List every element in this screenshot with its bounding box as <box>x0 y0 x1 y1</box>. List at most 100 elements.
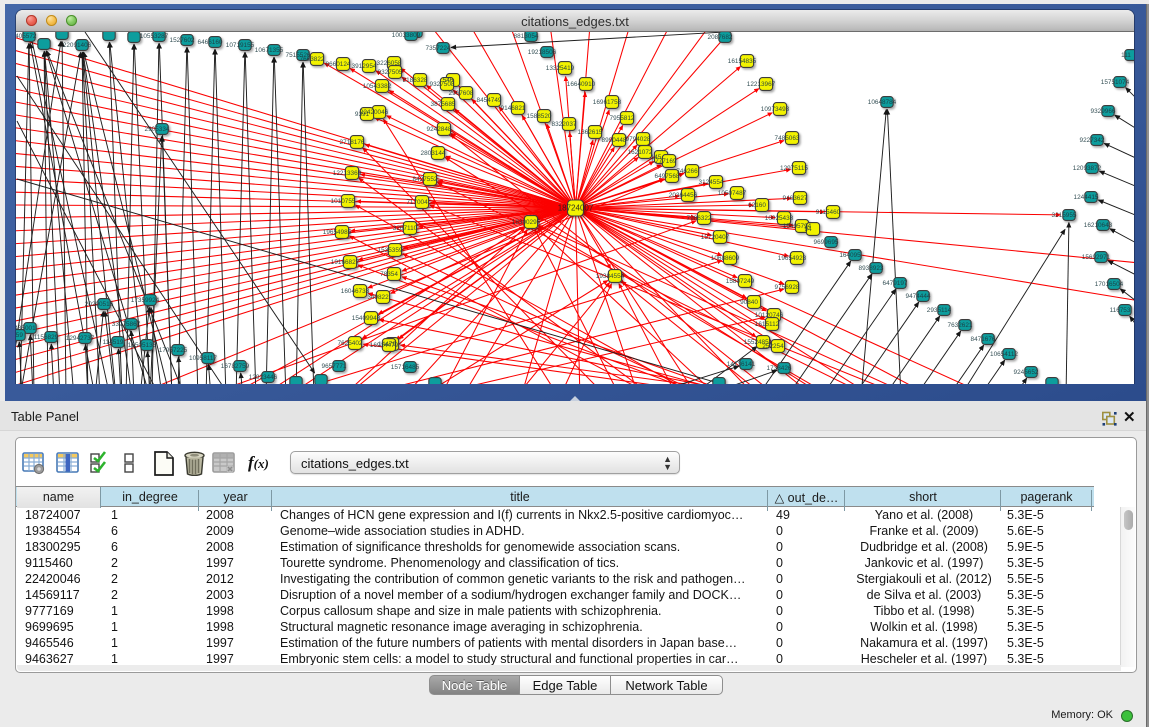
svg-text:1405572: 1405572 <box>16 33 37 40</box>
svg-text:116753: 116753 <box>1110 307 1131 314</box>
svg-text:2935114: 2935114 <box>927 307 952 314</box>
svg-text:7955812: 7955812 <box>610 115 635 122</box>
svg-text:39159: 39159 <box>16 332 23 339</box>
svg-text:19218506: 19218506 <box>528 49 557 56</box>
svg-text:3215955: 3215955 <box>1052 212 1077 219</box>
svg-text:114519: 114519 <box>103 339 124 346</box>
svg-text:2905334: 2905334 <box>145 126 170 133</box>
svg-text:14136141: 14136141 <box>727 361 756 368</box>
svg-text:9657771: 9657771 <box>322 363 347 370</box>
svg-text:3226058: 3226058 <box>377 60 402 67</box>
svg-text:164095: 164095 <box>839 252 861 259</box>
svg-text:12923446: 12923446 <box>249 374 278 381</box>
svg-text:252254: 252254 <box>762 343 784 350</box>
svg-text:1621072: 1621072 <box>628 149 653 156</box>
svg-text:2967608: 2967608 <box>449 90 474 97</box>
svg-text:10719155: 10719155 <box>226 42 255 49</box>
svg-text:1527602: 1527602 <box>170 37 195 44</box>
svg-text:9756928: 9756928 <box>775 284 800 291</box>
svg-text:78354: 78354 <box>380 271 398 278</box>
svg-text:16914479: 16914479 <box>370 342 399 349</box>
svg-text:94: 94 <box>804 226 812 233</box>
svg-text:12505135: 12505135 <box>128 342 157 349</box>
svg-text:3912954: 3912954 <box>352 63 377 70</box>
svg-text:1615112: 1615112 <box>755 321 780 328</box>
svg-text:15716485: 15716485 <box>391 364 420 371</box>
svg-text:12213967: 12213967 <box>747 81 776 88</box>
svg-text:33975867: 33975867 <box>112 321 141 328</box>
svg-text:15720407: 15720407 <box>701 234 730 241</box>
svg-text:12975115: 12975115 <box>780 165 808 172</box>
svg-text:8322037: 8322037 <box>552 121 577 128</box>
svg-text:9245652: 9245652 <box>1014 369 1039 376</box>
svg-text:9327505: 9327505 <box>378 69 403 76</box>
svg-text:12093872: 12093872 <box>1073 165 1102 172</box>
svg-text:10654112: 10654112 <box>990 351 1018 358</box>
svg-text:10553287: 10553287 <box>140 33 169 40</box>
svg-text:90840: 90840 <box>740 299 758 306</box>
svg-text:9463627: 9463627 <box>783 195 808 202</box>
svg-text:15692971: 15692971 <box>1082 254 1111 261</box>
svg-text:9227342: 9227342 <box>1080 137 1105 144</box>
svg-text:435001: 435001 <box>16 325 36 332</box>
svg-text:17359924: 17359924 <box>131 297 160 304</box>
svg-text:7663822: 7663822 <box>300 56 325 63</box>
svg-text:2803144: 2803144 <box>421 150 446 157</box>
svg-text:1362615: 1362615 <box>578 129 603 136</box>
svg-text:16210643: 16210643 <box>1084 222 1113 229</box>
svg-text:13325419: 13325419 <box>546 65 575 72</box>
svg-text:9115460: 9115460 <box>816 209 841 216</box>
svg-text:1010755: 1010755 <box>331 198 356 205</box>
svg-text:9327508: 9327508 <box>430 81 455 88</box>
svg-text:19654923: 19654923 <box>778 255 807 262</box>
svg-text:9777169: 9777169 <box>652 158 677 165</box>
svg-text:8990448: 8990448 <box>602 137 627 144</box>
svg-text:17016504: 17016504 <box>1095 281 1124 288</box>
svg-text:18300295: 18300295 <box>512 219 541 226</box>
svg-text:16782759: 16782759 <box>221 363 250 370</box>
svg-text:19384554: 19384554 <box>596 273 625 280</box>
svg-text:17957225: 17957225 <box>159 347 188 354</box>
svg-text:2718176: 2718176 <box>340 139 365 146</box>
svg-text:20364456: 20364456 <box>669 192 698 199</box>
svg-text:6479197: 6479197 <box>883 280 908 287</box>
svg-text:16640910: 16640910 <box>567 81 596 88</box>
svg-text:717004: 717004 <box>406 199 428 206</box>
svg-text:9794028: 9794028 <box>626 136 651 143</box>
svg-text:9329966: 9329966 <box>1091 108 1116 115</box>
svg-text:10671355: 10671355 <box>255 47 284 54</box>
svg-text:8454749: 8454749 <box>477 97 502 104</box>
svg-text:16961758: 16961758 <box>593 99 622 106</box>
svg-text:22091406: 22091406 <box>63 42 92 49</box>
svg-text:1156829: 1156829 <box>34 334 59 341</box>
svg-text:20200516: 20200516 <box>85 301 114 308</box>
svg-text:10120746: 10120746 <box>755 312 784 319</box>
svg-text:19166827: 19166827 <box>331 259 360 266</box>
svg-text:7986322: 7986322 <box>687 215 712 222</box>
svg-text:15807249: 15807249 <box>726 278 755 285</box>
svg-text:19654985: 19654985 <box>323 229 352 236</box>
svg-text:8471676: 8471676 <box>971 336 996 343</box>
svg-text:12942737: 12942737 <box>66 335 95 342</box>
svg-text:12213369: 12213369 <box>333 170 362 177</box>
svg-text:111: 111 <box>1121 52 1131 59</box>
svg-text:10648784: 10648784 <box>868 99 897 106</box>
svg-text:10958117: 10958117 <box>189 355 217 362</box>
svg-text:1244415: 1244415 <box>1074 194 1099 201</box>
svg-text:7357224: 7357224 <box>426 45 451 52</box>
svg-text:10033809: 10033809 <box>392 32 421 39</box>
svg-text:9391: 9391 <box>355 111 370 118</box>
svg-text:18724007: 18724007 <box>558 204 594 213</box>
svg-text:10973493: 10973493 <box>761 106 790 113</box>
svg-text:8938923: 8938923 <box>859 265 884 272</box>
svg-text:9242848: 9242848 <box>427 126 452 133</box>
svg-text:10507487: 10507487 <box>718 190 747 197</box>
svg-text:7625402: 7625402 <box>338 340 363 347</box>
svg-text:10688609: 10688609 <box>711 255 740 262</box>
svg-text:6466160: 6466160 <box>198 39 223 46</box>
svg-text:8186328: 8186328 <box>403 77 428 84</box>
svg-text:16046733: 16046733 <box>341 288 370 295</box>
svg-text:9146821: 9146821 <box>501 105 526 112</box>
svg-text:7632621: 7632621 <box>948 322 973 329</box>
svg-text:8660124: 8660124 <box>326 61 351 68</box>
